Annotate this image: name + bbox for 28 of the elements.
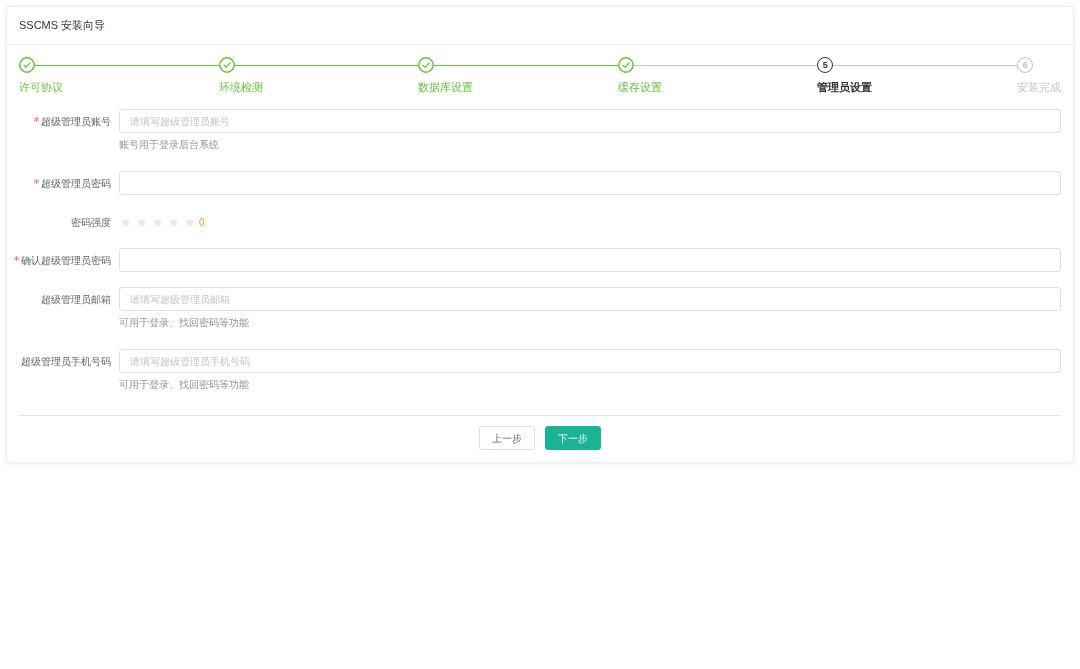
step-label: 缓存设置 [617, 80, 662, 94]
field-label: 超级管理员手机号码 [21, 354, 111, 369]
star-icon[interactable] [152, 216, 163, 228]
field-label: 超级管理员邮箱 [41, 292, 111, 307]
rating-value: 0 [199, 215, 205, 230]
step-label: 数据库设置 [418, 80, 474, 94]
step-label: 许可协议 [19, 80, 63, 94]
field-hint: 可用于登录、找回密码等功能 [119, 378, 249, 392]
step-number: 6 [1016, 57, 1033, 73]
field-hint: 账号用于登录后台系统 [119, 138, 219, 152]
star-icon[interactable] [168, 216, 179, 228]
star-rating[interactable] [120, 216, 195, 228]
step-number: 5 [817, 57, 834, 73]
field-label: 密码强度 [71, 215, 111, 230]
star-icon[interactable] [184, 216, 195, 228]
step-label: 管理员设置 [817, 80, 873, 94]
field-label: 超级管理员密码 [41, 176, 111, 191]
star-icon[interactable] [120, 216, 131, 228]
star-icon[interactable] [136, 216, 147, 228]
text-field[interactable] [119, 171, 1061, 195]
field-label: 确认超级管理员密码 [21, 253, 111, 268]
window-title: SSCMS 安装向导 [19, 18, 106, 34]
field-hint: 可用于登录、找回密码等功能 [119, 316, 249, 330]
step-label: 环境检测 [218, 80, 263, 94]
field-label: 超级管理员账号 [41, 114, 111, 129]
step-label: 安装完成 [1016, 80, 1061, 94]
text-field[interactable] [119, 248, 1061, 272]
back-button[interactable]: 上一步 [479, 426, 535, 450]
